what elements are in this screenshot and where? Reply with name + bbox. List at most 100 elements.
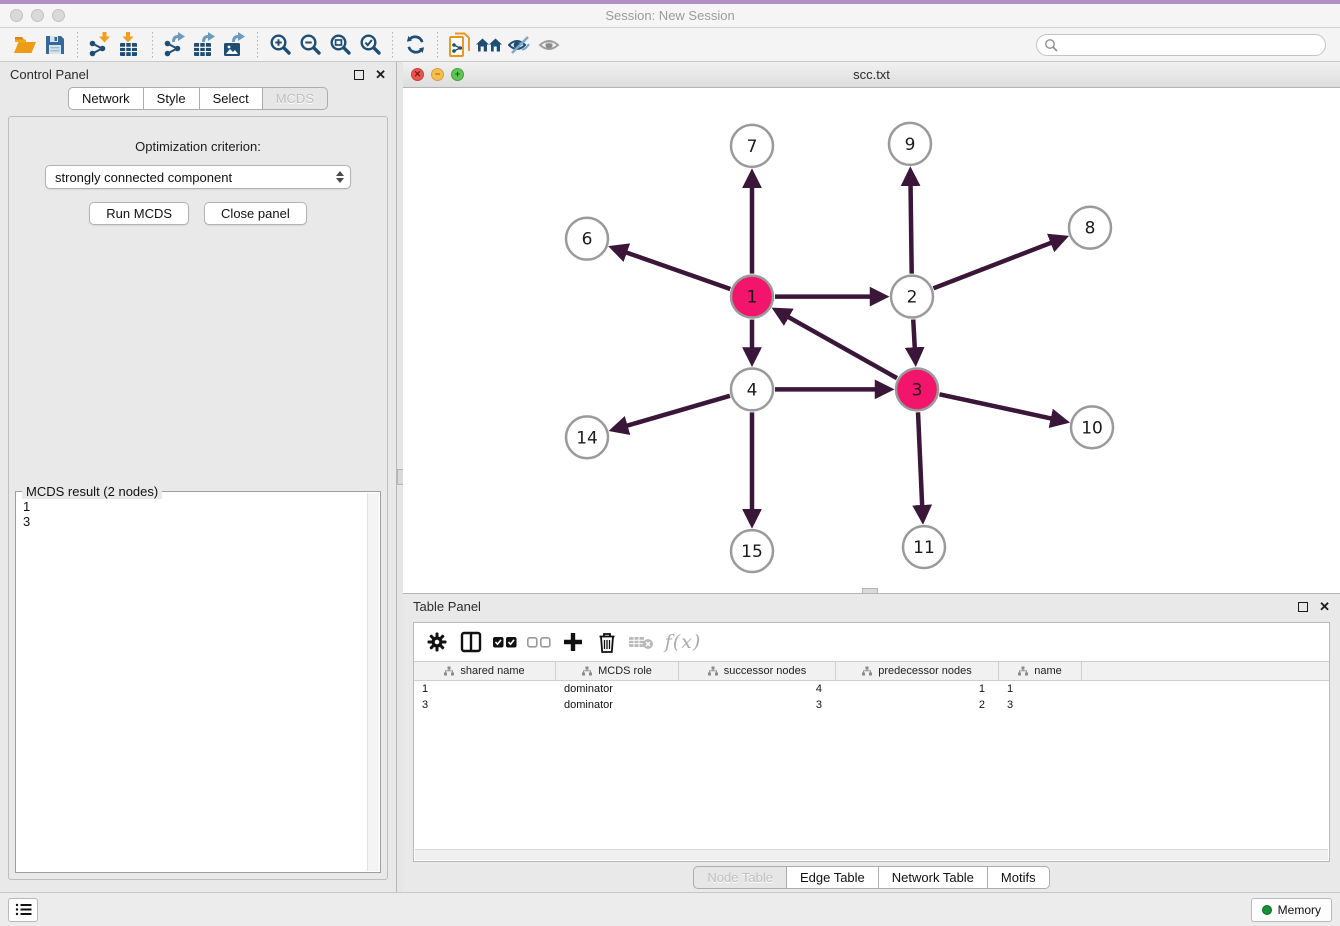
save-session-icon[interactable]: [40, 31, 70, 59]
tab-network-table[interactable]: Network Table: [878, 866, 988, 889]
graph-node-3[interactable]: 3: [896, 368, 938, 410]
graph-node-8[interactable]: 8: [1069, 207, 1111, 249]
table-row[interactable]: 1dominator411: [414, 681, 1329, 697]
network-maximize-icon[interactable]: +: [451, 68, 464, 81]
svg-text:15: 15: [741, 542, 763, 562]
graph-edge-3-11[interactable]: [918, 412, 923, 519]
import-table-icon[interactable]: [115, 31, 145, 59]
graph-edge-2-8[interactable]: [933, 238, 1063, 288]
tab-node-table[interactable]: Node Table: [693, 866, 787, 889]
column-label: MCDS role: [598, 665, 652, 677]
graph-node-15[interactable]: 15: [731, 530, 773, 572]
table-cell: 3: [414, 699, 556, 711]
zoom-in-icon[interactable]: [265, 31, 295, 59]
table-row[interactable]: 3dominator323: [414, 697, 1329, 713]
graph-node-11[interactable]: 11: [903, 526, 945, 568]
vertical-splitter[interactable]: [396, 62, 403, 892]
column-header-name[interactable]: name: [999, 662, 1082, 680]
mcds-result-text[interactable]: 1 3: [17, 493, 367, 871]
table-toolbar: f(x): [414, 623, 1329, 661]
column-header-predecessor-nodes[interactable]: predecessor nodes: [836, 662, 999, 680]
float-table-panel-icon[interactable]: [1298, 602, 1308, 612]
graph-node-6[interactable]: 6: [566, 218, 608, 260]
column-label: successor nodes: [724, 665, 807, 677]
task-history-button[interactable]: [8, 898, 38, 922]
toolbar-separator: [392, 32, 393, 58]
network-minimize-icon[interactable]: −: [431, 68, 444, 81]
tab-mcds[interactable]: MCDS: [262, 87, 328, 110]
network-canvas[interactable]: 1 2 3 4 6 7 8 9 10 11 14 15: [403, 88, 1340, 593]
tab-style[interactable]: Style: [143, 87, 200, 110]
tab-motifs[interactable]: Motifs: [987, 866, 1050, 889]
search-input[interactable]: [1058, 36, 1325, 54]
svg-text:9: 9: [905, 135, 916, 155]
select-chevrons-icon: [336, 171, 344, 183]
network-close-icon[interactable]: ✕: [411, 68, 424, 81]
network-window-title: scc.txt: [403, 67, 1340, 82]
graph-node-2[interactable]: 2: [891, 276, 933, 318]
delete-column-icon[interactable]: [592, 627, 622, 657]
graph-edge-3-10[interactable]: [939, 394, 1064, 421]
svg-text:10: 10: [1081, 418, 1103, 438]
clone-network-icon[interactable]: [445, 31, 475, 59]
memory-button[interactable]: Memory: [1251, 898, 1332, 922]
column-header-MCDS-role[interactable]: MCDS role: [556, 662, 679, 680]
column-type-icon: [862, 666, 872, 676]
table-hscrollbar[interactable]: [415, 849, 1328, 860]
zoom-fit-content-icon[interactable]: [325, 31, 355, 59]
select-all-checkbox-icon[interactable]: [490, 627, 520, 657]
title-bar: Session: New Session: [0, 0, 1340, 28]
first-neighbors-icon[interactable]: [475, 31, 505, 59]
list-icon: [15, 902, 32, 917]
hide-selected-icon[interactable]: [505, 31, 535, 59]
export-table-icon[interactable]: [190, 31, 220, 59]
split-panel-icon[interactable]: [456, 627, 486, 657]
graph-edge-3-1[interactable]: [776, 310, 897, 378]
tab-edge-table[interactable]: Edge Table: [786, 866, 879, 889]
function-builder-icon[interactable]: f(x): [660, 627, 706, 657]
column-header-shared-name[interactable]: shared name: [414, 662, 556, 680]
column-header-successor-nodes[interactable]: successor nodes: [679, 662, 836, 680]
open-session-icon[interactable]: [10, 31, 40, 59]
graph-node-4[interactable]: 4: [731, 368, 773, 410]
zoom-out-icon[interactable]: [295, 31, 325, 59]
criterion-select[interactable]: strongly connected component: [45, 165, 351, 189]
svg-text:8: 8: [1085, 219, 1096, 239]
add-column-icon[interactable]: [558, 627, 588, 657]
export-image-icon[interactable]: [220, 31, 250, 59]
network-window-titlebar: ✕ − + scc.txt: [403, 62, 1340, 88]
zoom-selected-icon[interactable]: [355, 31, 385, 59]
memory-status-icon: [1262, 905, 1272, 915]
import-network-icon[interactable]: [85, 31, 115, 59]
graph-edge-4-14[interactable]: [614, 396, 730, 430]
graph-edge-2-3[interactable]: [913, 320, 915, 362]
close-table-panel-icon[interactable]: ✕: [1319, 602, 1330, 612]
close-panel-button[interactable]: Close panel: [204, 202, 307, 225]
graph-edge-2-9[interactable]: [910, 172, 911, 274]
refresh-network-icon[interactable]: [400, 31, 430, 59]
graph-edge-1-6[interactable]: [613, 248, 730, 289]
graph-node-9[interactable]: 9: [889, 123, 931, 165]
show-all-icon[interactable]: [535, 31, 565, 59]
graph-node-14[interactable]: 14: [566, 416, 608, 458]
table-settings-icon[interactable]: [422, 627, 452, 657]
graph-node-7[interactable]: 7: [731, 125, 773, 167]
column-label: predecessor nodes: [878, 665, 972, 677]
result-scrollbar[interactable]: [367, 493, 379, 871]
delete-table-icon[interactable]: [626, 627, 656, 657]
tab-network[interactable]: Network: [68, 87, 144, 110]
graph-node-1[interactable]: 1: [731, 276, 773, 318]
float-panel-icon[interactable]: [354, 70, 364, 80]
control-panel-title: Control Panel: [10, 67, 89, 82]
network-graph[interactable]: 1 2 3 4 6 7 8 9 10 11 14 15: [403, 88, 1340, 593]
search-field[interactable]: [1036, 34, 1326, 56]
run-mcds-button[interactable]: Run MCDS: [89, 202, 189, 225]
window-title: Session: New Session: [0, 8, 1340, 23]
deselect-all-checkbox-icon[interactable]: [524, 627, 554, 657]
close-panel-icon[interactable]: ✕: [375, 70, 386, 80]
graph-node-10[interactable]: 10: [1071, 406, 1113, 448]
export-network-icon[interactable]: [160, 31, 190, 59]
horizontal-splitter-grip[interactable]: [862, 588, 878, 594]
table-cell: 1: [836, 683, 999, 695]
tab-select[interactable]: Select: [199, 87, 263, 110]
